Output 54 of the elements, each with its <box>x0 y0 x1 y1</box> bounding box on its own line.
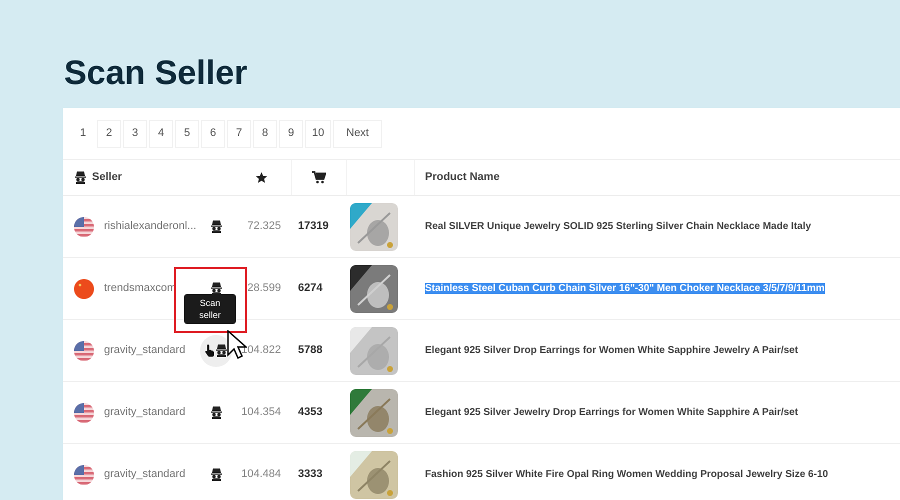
rating-value: 72.325 <box>247 220 281 232</box>
flag-icon <box>74 340 94 360</box>
scan-seller-button[interactable] <box>210 282 222 295</box>
page-button[interactable]: 3 <box>123 120 147 148</box>
scan-seller-button[interactable] <box>200 334 232 366</box>
page-button[interactable]: 5 <box>175 120 199 148</box>
page-button[interactable]: 8 <box>253 120 277 148</box>
seller-name: gravity_standard <box>104 405 186 420</box>
sales-count: 3333 <box>298 468 322 480</box>
scan-seller-button[interactable] <box>210 468 222 481</box>
product-name: Real SILVER Unique Jewelry SOLID 925 Sterling Silver Chain Necklace Made Italy <box>425 221 812 232</box>
page-button[interactable]: Next <box>333 120 382 148</box>
rating-value: 104.822 <box>241 344 281 356</box>
cart-icon <box>312 171 326 184</box>
product-name: Stainless Steel Cuban Curb Chain Silver 16"-30" Men Choker Necklace 3/5/7/9/11mm <box>425 283 825 294</box>
sales-count: 4353 <box>298 406 322 418</box>
column-header: Seller <box>92 170 122 186</box>
page-button[interactable]: 10 <box>305 120 332 148</box>
product-name: Elegant 925 Silver Drop Earrings for Women White Sapphire Jewelry A Pair/set <box>425 345 798 356</box>
page-button[interactable]: 1 <box>71 120 95 148</box>
page-button[interactable]: 7 <box>227 120 251 148</box>
seller-name: gravity_standard <box>104 343 186 358</box>
tooltip: Scan seller <box>184 294 236 324</box>
flag-icon <box>74 278 94 298</box>
incognito-icon <box>210 406 222 419</box>
star-icon <box>255 171 268 184</box>
product-name: Elegant 925 Silver Jewelry Drop Earrings for Women White Sapphire A Pair/set <box>425 407 798 418</box>
page-button[interactable]: 2 <box>97 120 121 148</box>
seller-name: rishialexanderonl... <box>104 219 196 234</box>
flag-icon <box>74 402 94 422</box>
rating-value: 104.484 <box>241 468 281 480</box>
seller-name: gravity_standard <box>104 467 186 482</box>
page-button[interactable]: 4 <box>149 120 173 148</box>
incognito-icon <box>216 344 227 357</box>
flag-icon <box>74 464 94 484</box>
rating-value: 104.354 <box>241 406 281 418</box>
incognito-icon <box>210 220 222 233</box>
rating-value: 28.599 <box>247 282 281 294</box>
page-title: Scan Seller <box>64 53 248 94</box>
sales-count: 6274 <box>298 282 322 294</box>
scan-seller-button[interactable] <box>210 406 222 419</box>
hand-pointer-icon <box>205 344 215 357</box>
incognito-icon <box>210 282 222 295</box>
incognito-icon <box>75 171 86 184</box>
incognito-icon <box>210 468 222 481</box>
product-name: Fashion 925 Silver White Fire Opal Ring Women Wedding Proposal Jewelry Size 6-10 <box>425 469 828 480</box>
column-header: Product Name <box>424 170 500 186</box>
flag-icon <box>74 216 94 236</box>
scan-seller-button[interactable] <box>210 220 222 233</box>
sales-count: 5788 <box>298 344 322 356</box>
sales-count: 17319 <box>298 220 329 232</box>
page-button[interactable]: 9 <box>279 120 303 148</box>
seller-name: trendsmaxcom <box>104 281 176 296</box>
page-button[interactable]: 6 <box>201 120 225 148</box>
